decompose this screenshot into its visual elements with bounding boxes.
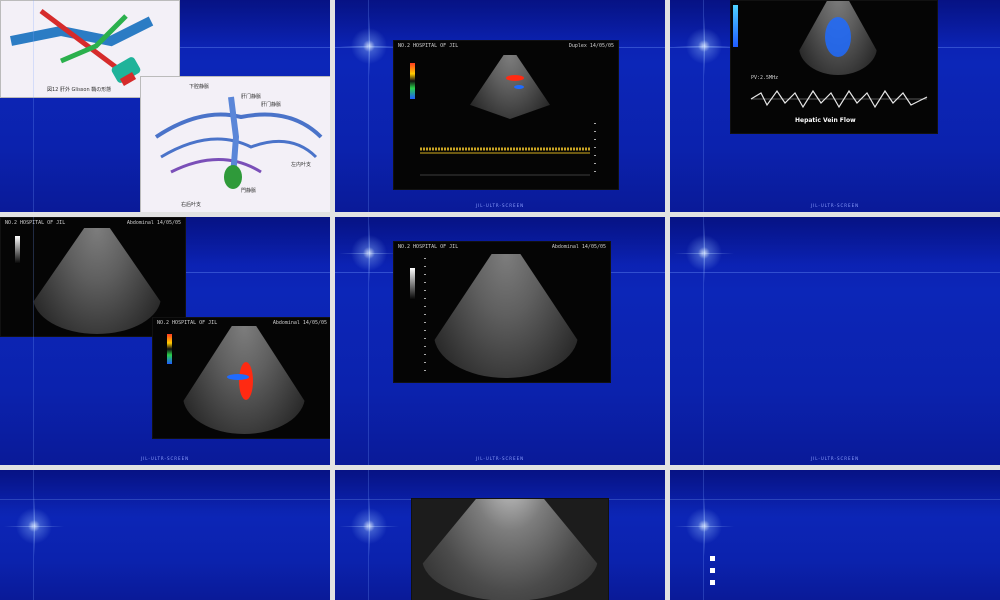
bullet-marker bbox=[710, 556, 715, 561]
liver-bmode-image: NO.2 HOSPITAL OF JIL Abdominal 14/05/05 bbox=[393, 241, 611, 383]
slide-footer: JIL-ULTR-SCREEN bbox=[810, 203, 860, 208]
lens-flare bbox=[674, 16, 734, 76]
scan-date: Abdominal 14/05/05 bbox=[272, 320, 327, 326]
slide-thumbnail-6[interactable]: JIL-ULTR-SCREEN bbox=[670, 217, 1000, 465]
slide-thumbnail-5[interactable]: NO.2 HOSPITAL OF JIL Abdominal 14/05/05 … bbox=[335, 217, 665, 465]
ultrasound-fan bbox=[422, 499, 598, 600]
liver-color-doppler-image: NO.2 HOSPITAL OF JIL Abdominal 14/05/05 bbox=[152, 317, 330, 439]
doppler-spectrum-image: NO.2 HOSPITAL OF JIL Duplex 14/05/05 bbox=[393, 40, 619, 190]
spectral-waveform bbox=[420, 147, 590, 176]
slide-thumbnail-3[interactable]: PV:2.5MHz Hepatic Vein Flow JIL-ULTR-SCR… bbox=[670, 0, 1000, 212]
lens-flare bbox=[674, 223, 734, 283]
slide-thumbnail-2[interactable]: NO.2 HOSPITAL OF JIL Duplex 14/05/05 JIL… bbox=[335, 0, 665, 212]
bullet-marker bbox=[710, 580, 715, 585]
scan-header: NO.2 HOSPITAL OF JIL Abdominal 14/05/05 bbox=[5, 220, 181, 226]
hospital-label: NO.2 HOSPITAL OF JIL bbox=[398, 244, 459, 250]
gray-scale-bar bbox=[410, 268, 415, 300]
ultrasound-fan bbox=[470, 55, 550, 119]
diagram-label: 下腔静脈 bbox=[189, 84, 210, 90]
doppler-blue-flow bbox=[227, 374, 249, 380]
scan-date: Abdominal 14/05/05 bbox=[551, 244, 606, 250]
lens-flare bbox=[339, 496, 399, 556]
lens-flare bbox=[339, 16, 399, 76]
lens-flare bbox=[674, 496, 734, 556]
hepatic-vein-flow-image: PV:2.5MHz Hepatic Vein Flow bbox=[730, 0, 938, 134]
waveform-title: Hepatic Vein Flow bbox=[795, 117, 856, 124]
slide-thumbnail-7[interactable] bbox=[0, 470, 330, 600]
hepatic-waveform bbox=[750, 89, 928, 109]
gray-scale-bar bbox=[15, 236, 20, 264]
liver-portal-diagram: 下腔静脈 肝门静脈 肝门静脈 門静脈 右后叶支 左内叶支 bbox=[140, 76, 330, 212]
color-scale-bar bbox=[733, 5, 738, 47]
doppler-blue-flow bbox=[514, 85, 524, 89]
liver-ultrasound-photo bbox=[411, 498, 609, 600]
hospital-label: NO.2 HOSPITAL OF JIL bbox=[398, 43, 459, 49]
scan-header: NO.2 HOSPITAL OF JIL Abdominal 14/05/05 bbox=[157, 320, 327, 326]
slide-footer: JIL-ULTR-SCREEN bbox=[140, 456, 190, 461]
diagram-label: 右后叶支 bbox=[181, 202, 202, 208]
color-scale-bar bbox=[410, 63, 415, 99]
diagram-label: 肝门静脈 bbox=[261, 102, 282, 108]
slide-footer: JIL-ULTR-SCREEN bbox=[810, 456, 860, 461]
lens-flare bbox=[339, 223, 399, 283]
scan-date: Duplex 14/05/05 bbox=[568, 43, 614, 49]
slide-footer: JIL-ULTR-SCREEN bbox=[475, 203, 525, 208]
diagram-label: 左内叶支 bbox=[291, 162, 312, 168]
bullet-marker bbox=[710, 568, 715, 573]
slide-thumbnail-8[interactable] bbox=[335, 470, 665, 600]
hospital-label: NO.2 HOSPITAL OF JIL bbox=[5, 220, 66, 226]
hospital-label: NO.2 HOSPITAL OF JIL bbox=[157, 320, 218, 326]
slide-thumbnail-4[interactable]: NO.2 HOSPITAL OF JIL Abdominal 14/05/05 … bbox=[0, 217, 330, 465]
ultrasound-fan bbox=[434, 254, 578, 378]
scan-header: NO.2 HOSPITAL OF JIL Abdominal 14/05/05 bbox=[398, 244, 606, 250]
bullet-list-markers bbox=[710, 556, 715, 592]
doppler-red-flow bbox=[239, 362, 253, 400]
diagram-label: 門静脈 bbox=[241, 188, 257, 194]
slide-footer: JIL-ULTR-SCREEN bbox=[475, 456, 525, 461]
diagram-label: 肝门静脈 bbox=[241, 94, 262, 100]
velocity-scale bbox=[594, 123, 596, 175]
slide-sorter-grid: 図12 肝外 Glisson 鞘の形態 下腔静脈 肝门静脈 肝门静脈 門静脈 右… bbox=[0, 0, 1000, 600]
doppler-red-flow bbox=[506, 75, 524, 81]
ultrasound-fan bbox=[33, 228, 161, 334]
doppler-blue-flow bbox=[825, 17, 851, 57]
illustration-caption: 図12 肝外 Glisson 鞘の形態 bbox=[47, 87, 112, 93]
lens-flare bbox=[4, 496, 64, 556]
slide-thumbnail-1[interactable]: 図12 肝外 Glisson 鞘の形態 下腔静脈 肝门静脈 肝门静脈 門静脈 右… bbox=[0, 0, 330, 212]
scan-header: NO.2 HOSPITAL OF JIL Duplex 14/05/05 bbox=[398, 43, 614, 49]
color-scale-bar bbox=[167, 334, 172, 364]
scan-date: Abdominal 14/05/05 bbox=[126, 220, 181, 226]
depth-scale bbox=[424, 258, 426, 374]
slide-thumbnail-9[interactable] bbox=[670, 470, 1000, 600]
portal-vein-drawing bbox=[154, 96, 323, 189]
